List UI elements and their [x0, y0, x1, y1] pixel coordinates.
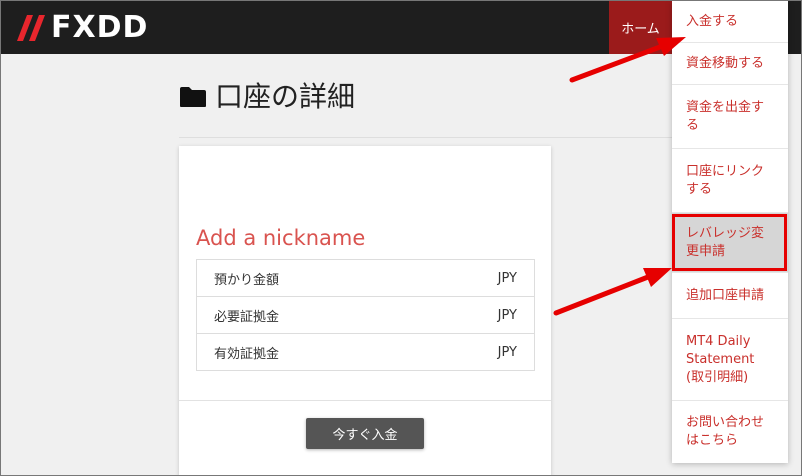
row-value: JPY	[497, 307, 517, 323]
logo-slashes-icon	[17, 15, 45, 41]
add-nickname-link[interactable]: Add a nickname	[196, 224, 365, 252]
menu-item-deposit[interactable]: 入金する	[672, 1, 788, 43]
card-divider	[179, 400, 551, 401]
menu-item-label: 入金する	[686, 13, 739, 29]
fxdd-logo[interactable]: FXDD	[15, 12, 148, 44]
title-divider	[179, 137, 679, 138]
menu-item-withdraw[interactable]: 資金を出金する	[672, 85, 788, 149]
table-row: 有効証拠金 JPY	[197, 333, 534, 370]
logo-text: FXDD	[51, 10, 149, 45]
menu-item-label: 資金を出金する	[686, 99, 765, 133]
menu-item-additional-account[interactable]: 追加口座申請	[672, 273, 788, 319]
account-id-faded	[199, 182, 309, 202]
deposit-now-button[interactable]: 今すぐ入金	[306, 418, 424, 449]
row-value: JPY	[497, 270, 517, 286]
row-value: JPY	[497, 344, 517, 360]
app-window: FXDD ホーム 口座の詳細 Add a nickname 預かり金額 JPY …	[0, 0, 802, 476]
folder-icon	[180, 87, 206, 107]
row-label: 預かり金額	[214, 272, 280, 288]
home-tab[interactable]: ホーム	[609, 1, 672, 54]
menu-item-label: 追加口座申請	[686, 287, 765, 303]
table-row: 必要証拠金 JPY	[197, 296, 534, 333]
menu-item-transfer[interactable]: 資金移動する	[672, 43, 788, 85]
account-card: Add a nickname 預かり金額 JPY 必要証拠金 JPY 有効証拠金…	[179, 146, 551, 475]
menu-item-label: MT4 Daily Statement (取引明細)	[686, 333, 755, 385]
table-row: 預かり金額 JPY	[197, 260, 534, 296]
balance-table: 預かり金額 JPY 必要証拠金 JPY 有効証拠金 JPY	[196, 259, 535, 371]
menu-item-label: お問い合わせはこちら	[686, 415, 765, 448]
row-label: 有効証拠金	[214, 346, 280, 362]
menu-item-mt4-statement[interactable]: MT4 Daily Statement (取引明細)	[672, 319, 788, 401]
menu-item-label: 口座にリンクする	[686, 163, 765, 197]
menu-item-label: 資金移動する	[686, 55, 765, 71]
page-title-text: 口座の詳細	[215, 80, 356, 113]
page-title: 口座の詳細	[179, 79, 355, 115]
menu-item-contact[interactable]: お問い合わせはこちら	[672, 401, 788, 463]
menu-item-link-account[interactable]: 口座にリンクする	[672, 149, 788, 213]
row-label: 必要証拠金	[214, 309, 280, 325]
annotation-highlight-box	[672, 214, 787, 271]
